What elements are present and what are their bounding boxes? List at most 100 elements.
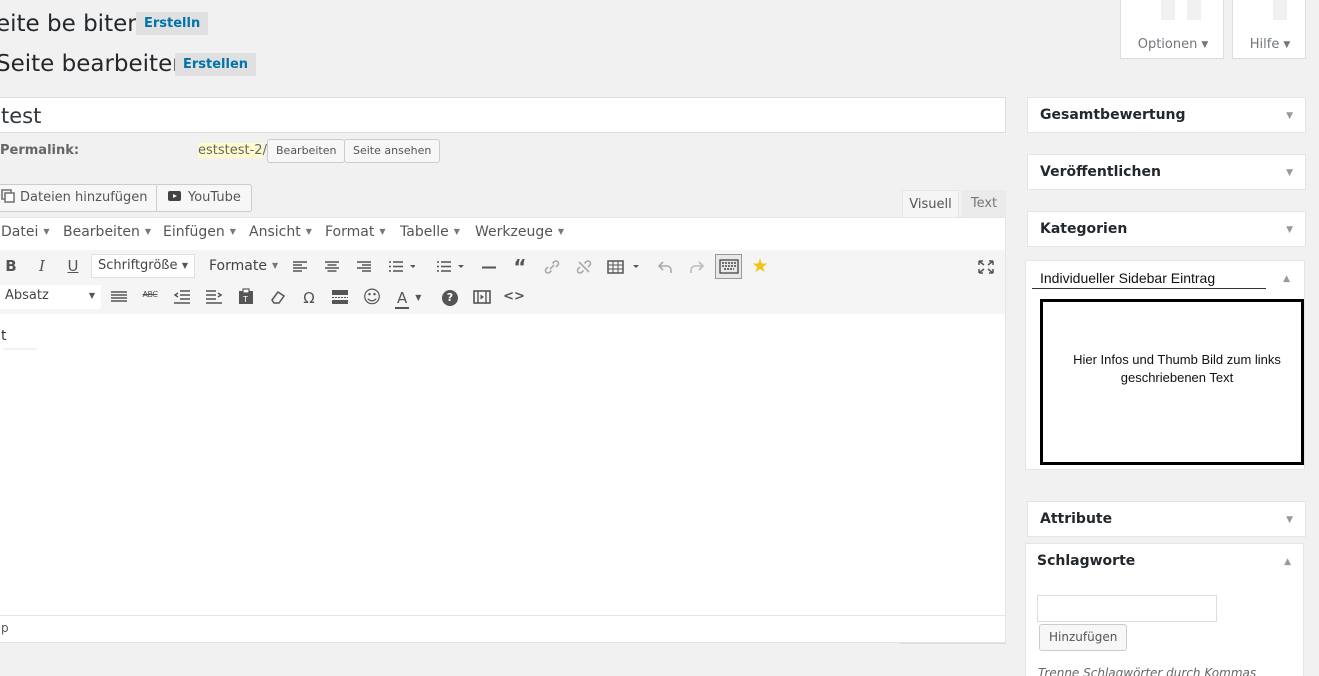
- strikethrough-button[interactable]: ABC: [138, 290, 162, 299]
- view-page-button[interactable]: Seite ansehen: [344, 139, 441, 163]
- menu-table[interactable]: Tabelle ▼: [400, 224, 460, 240]
- help-tab[interactable]: Hilfe ▼: [1232, 0, 1306, 59]
- emoji-icon[interactable]: ☺: [360, 287, 384, 308]
- publish-title: Veröffentlichen: [1040, 164, 1161, 180]
- permalink-label: Permalink:: [0, 143, 80, 158]
- add-new-button[interactable]: Erstellen: [175, 53, 257, 76]
- permalink-slug[interactable]: eststest-2: [198, 143, 263, 158]
- tab-notch: [1187, 0, 1201, 20]
- youtube-label: YouTube: [188, 190, 241, 205]
- resize-line: [900, 643, 1006, 644]
- permalink-slug-wrap: eststest-2/: [198, 143, 267, 158]
- align-right-icon[interactable]: [357, 261, 371, 273]
- screen-options-tab[interactable]: Optionen ▼: [1120, 0, 1224, 59]
- tags-hint: Trenne Schlagwörter durch Kommas: [1038, 666, 1257, 676]
- tab-text[interactable]: Text: [962, 190, 1006, 218]
- chevron-up-icon[interactable]: ▲: [1283, 274, 1290, 284]
- chevron-down-icon[interactable]: ▼: [1286, 168, 1293, 178]
- underline-button[interactable]: U: [61, 257, 85, 275]
- align-center-icon[interactable]: [325, 261, 339, 273]
- undo-icon[interactable]: [657, 260, 673, 274]
- menu-tools[interactable]: Werkzeuge ▼: [475, 224, 564, 240]
- editor-menubar: Datei ▼ Bearbeiten ▼ Einfügen ▼ Ansicht ▼ Fo…: [0, 218, 1005, 250]
- formats-dropdown[interactable]: Formate ▼: [209, 258, 278, 274]
- tab-visual[interactable]: Visuell: [902, 190, 959, 218]
- menu-file[interactable]: Datei ▼: [1, 224, 50, 240]
- rating-title: Gesamtbewertung: [1040, 107, 1186, 123]
- title-value: test: [1, 104, 42, 128]
- menu-insert[interactable]: Einfügen ▼: [163, 224, 236, 240]
- outdent-icon[interactable]: [174, 290, 190, 304]
- svg-text:T: T: [242, 295, 248, 304]
- chevron-down-icon: ▼: [415, 293, 422, 302]
- star-icon[interactable]: ★: [748, 255, 772, 277]
- blockquote-icon[interactable]: “: [508, 255, 532, 279]
- menu-view[interactable]: Ansicht ▼: [249, 224, 312, 240]
- bold-button[interactable]: B: [0, 257, 23, 275]
- editor-content-text[interactable]: t: [1, 328, 7, 344]
- redo-icon[interactable]: [689, 260, 705, 274]
- tab-notch: [1273, 0, 1287, 20]
- rating-box[interactable]: Gesamtbewertung ▼: [1027, 97, 1306, 133]
- add-new-button-faded[interactable]: Erstelln: [136, 12, 209, 35]
- help-icon[interactable]: ?: [442, 290, 458, 306]
- add-tag-button[interactable]: Hinzufügen: [1039, 624, 1128, 651]
- table-icon[interactable]: [607, 260, 643, 274]
- toolbar-toggle-button[interactable]: [715, 254, 742, 279]
- chevron-down-icon[interactable]: ▼: [1286, 515, 1293, 525]
- statusbar-border: [0, 615, 1005, 616]
- publish-box[interactable]: Veröffentlichen ▼: [1027, 154, 1306, 190]
- youtube-button[interactable]: YouTube: [156, 184, 252, 212]
- link-icon[interactable]: [544, 259, 560, 275]
- menu-edit[interactable]: Bearbeiten ▼: [63, 224, 151, 240]
- media-embed-icon[interactable]: [473, 290, 491, 304]
- page-title-faded: eite be biten: [0, 11, 142, 37]
- custom-sidebar-panel: Hier Infos und Thumb Bild zum links gesc…: [1040, 299, 1304, 465]
- help-label: Hilfe: [1249, 37, 1280, 52]
- add-media-button[interactable]: Dateien hinzufügen: [0, 184, 159, 212]
- editor: Datei ▼ Bearbeiten ▼ Einfügen ▼ Ansicht ▼ Fo…: [0, 217, 1006, 643]
- editor-toolbar: B I U Schriftgröße ▼ Formate ▼ “ ★ Absatz ▼: [0, 250, 1005, 314]
- attributes-title: Attribute: [1040, 511, 1113, 527]
- chevron-down-icon: ▼: [1201, 40, 1209, 50]
- special-char-icon[interactable]: Ω: [297, 289, 321, 307]
- bullet-list-icon[interactable]: [389, 261, 415, 273]
- numbered-list-icon[interactable]: [437, 261, 465, 273]
- chevron-down-icon: ▼: [88, 291, 95, 300]
- custom-sidebar-title: Individueller Sidebar Eintrag: [1040, 270, 1216, 286]
- tags-title: Schlagworte: [1037, 553, 1136, 569]
- categories-box[interactable]: Kategorien ▼: [1027, 211, 1306, 247]
- justify-icon[interactable]: [111, 291, 127, 303]
- align-left-icon[interactable]: [293, 261, 307, 273]
- text-color-button[interactable]: A ▼: [395, 288, 422, 309]
- indent-icon[interactable]: [206, 290, 222, 304]
- element-path: p: [1, 621, 9, 635]
- paste-text-icon[interactable]: T: [238, 288, 254, 305]
- youtube-icon: [168, 191, 181, 201]
- font-size-select[interactable]: Schriftgröße ▼: [91, 254, 195, 278]
- chevron-down-icon[interactable]: ▼: [1286, 111, 1293, 121]
- content-divider: [3, 348, 37, 350]
- read-more-icon[interactable]: [332, 290, 348, 304]
- tag-input[interactable]: [1037, 595, 1217, 622]
- page-title: Seite bearbeiten: [0, 51, 187, 77]
- custom-sidebar-box: Individueller Sidebar Eintrag ▲ Hier Inf…: [1025, 260, 1305, 470]
- paragraph-select[interactable]: Absatz ▼: [0, 285, 101, 309]
- categories-title: Kategorien: [1040, 221, 1128, 237]
- code-icon[interactable]: <>: [502, 289, 526, 304]
- fullscreen-icon[interactable]: [978, 260, 994, 274]
- chevron-down-icon[interactable]: ▼: [1286, 225, 1293, 235]
- custom-title-underline: [1032, 288, 1266, 289]
- menu-format[interactable]: Format ▼: [325, 224, 386, 240]
- media-icon: [1, 189, 15, 203]
- italic-button[interactable]: I: [30, 257, 54, 275]
- chevron-up-icon[interactable]: ▲: [1284, 557, 1291, 567]
- horizontal-line-icon[interactable]: [482, 266, 496, 269]
- permalink-edit-button[interactable]: Bearbeiten: [267, 139, 346, 163]
- chevron-down-icon: ▼: [1283, 40, 1291, 50]
- attributes-box[interactable]: Attribute ▼: [1027, 501, 1306, 537]
- custom-sidebar-text: Hier Infos und Thumb Bild zum links gesc…: [1073, 352, 1281, 385]
- unlink-icon[interactable]: [576, 259, 592, 275]
- clear-formatting-icon[interactable]: [270, 290, 286, 304]
- title-input[interactable]: test: [0, 97, 1006, 133]
